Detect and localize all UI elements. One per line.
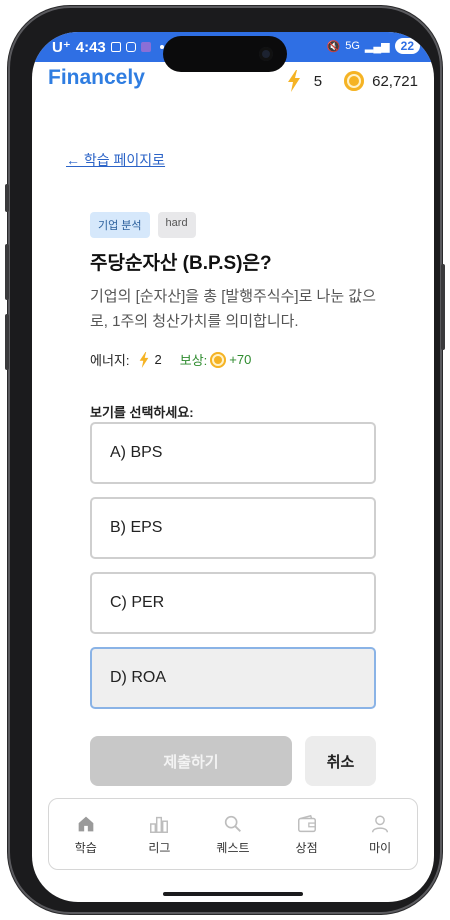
question-meta: 에너지: 2 보상: +70 — [90, 350, 251, 369]
energy-cost-label: 에너지: — [90, 353, 130, 368]
reward-label: 보상: — [179, 353, 208, 368]
question-description: 기업의 [순자산]을 총 [발행주식수]로 나눈 값으로, 1주의 청산가치를 … — [90, 288, 376, 330]
league-icon — [150, 816, 169, 833]
submit-button[interactable]: 제출하기 — [90, 736, 292, 786]
volume-up-button — [5, 244, 9, 300]
option-d-button[interactable]: D) ROA — [90, 647, 376, 709]
option-label: C) PER — [110, 594, 165, 611]
profile-icon — [372, 815, 389, 833]
instagram-icon — [125, 42, 136, 52]
option-c-button[interactable]: C) PER — [90, 572, 376, 634]
bottom-tab-bar: 학습 리그 퀘스트 상점 마이 — [48, 798, 418, 870]
home-indicator[interactable] — [163, 892, 303, 896]
screen: U⁺ 4:43 🔇 5G ▂▄▆ 22 Financely 5 62,721 ←… — [32, 32, 434, 902]
energy-count: 5 — [313, 72, 323, 90]
difficulty-tag: hard — [157, 212, 196, 238]
network-label: 5G — [345, 40, 360, 52]
option-b-button[interactable]: B) EPS — [90, 497, 376, 559]
carrier-label: U⁺ — [52, 39, 71, 56]
quest-search-icon — [224, 815, 241, 832]
energy-icon — [287, 70, 300, 92]
power-button — [441, 264, 445, 350]
signal-icon: ▂▄▆ — [364, 40, 390, 53]
tab-label: 상점 — [295, 841, 318, 855]
home-icon — [78, 816, 94, 832]
tab-label: 퀘스트 — [216, 841, 250, 855]
tab-learn[interactable]: 학습 — [49, 799, 123, 869]
option-label: B) EPS — [110, 519, 163, 536]
coin-icon — [210, 351, 227, 368]
option-label: A) BPS — [110, 444, 163, 461]
coin-balance: 62,721 — [372, 72, 418, 90]
volume-down-button — [5, 314, 9, 370]
clock: 4:43 — [75, 38, 106, 56]
action-button — [5, 184, 9, 212]
question-title: 주당순자산 (B.P.S)은? — [90, 253, 272, 274]
option-label: D) ROA — [110, 669, 166, 686]
camera-icon — [259, 47, 273, 61]
reward-value: +70 — [229, 352, 252, 367]
back-to-learning-link[interactable]: ← 학습 페이지로 — [66, 150, 165, 170]
tab-quest[interactable]: 퀘스트 — [196, 799, 270, 869]
dynamic-island — [163, 36, 287, 72]
energy-cost-value: 2 — [154, 352, 162, 367]
tab-label: 학습 — [74, 841, 97, 855]
energy-icon — [139, 351, 148, 368]
tab-league[interactable]: 리그 — [123, 799, 197, 869]
tab-my[interactable]: 마이 — [343, 799, 417, 869]
question-tags: 기업 분석 hard — [90, 212, 196, 238]
choice-prompt: 보기를 선택하세요: — [90, 405, 194, 420]
battery-level: 22 — [394, 38, 420, 54]
cancel-button[interactable]: 취소 — [305, 736, 376, 786]
tab-shop[interactable]: 상점 — [270, 799, 344, 869]
mute-icon: 🔇 — [326, 40, 341, 53]
shop-wallet-icon — [297, 814, 316, 833]
brand-logo[interactable]: Financely — [48, 66, 145, 90]
coin-icon — [344, 71, 365, 91]
app-notification-icon — [140, 42, 151, 52]
option-a-button[interactable]: A) BPS — [90, 422, 376, 484]
tab-label: 마이 — [369, 841, 392, 855]
category-tag: 기업 분석 — [90, 212, 150, 238]
tab-label: 리그 — [148, 841, 171, 855]
screenshot-icon — [110, 42, 121, 52]
